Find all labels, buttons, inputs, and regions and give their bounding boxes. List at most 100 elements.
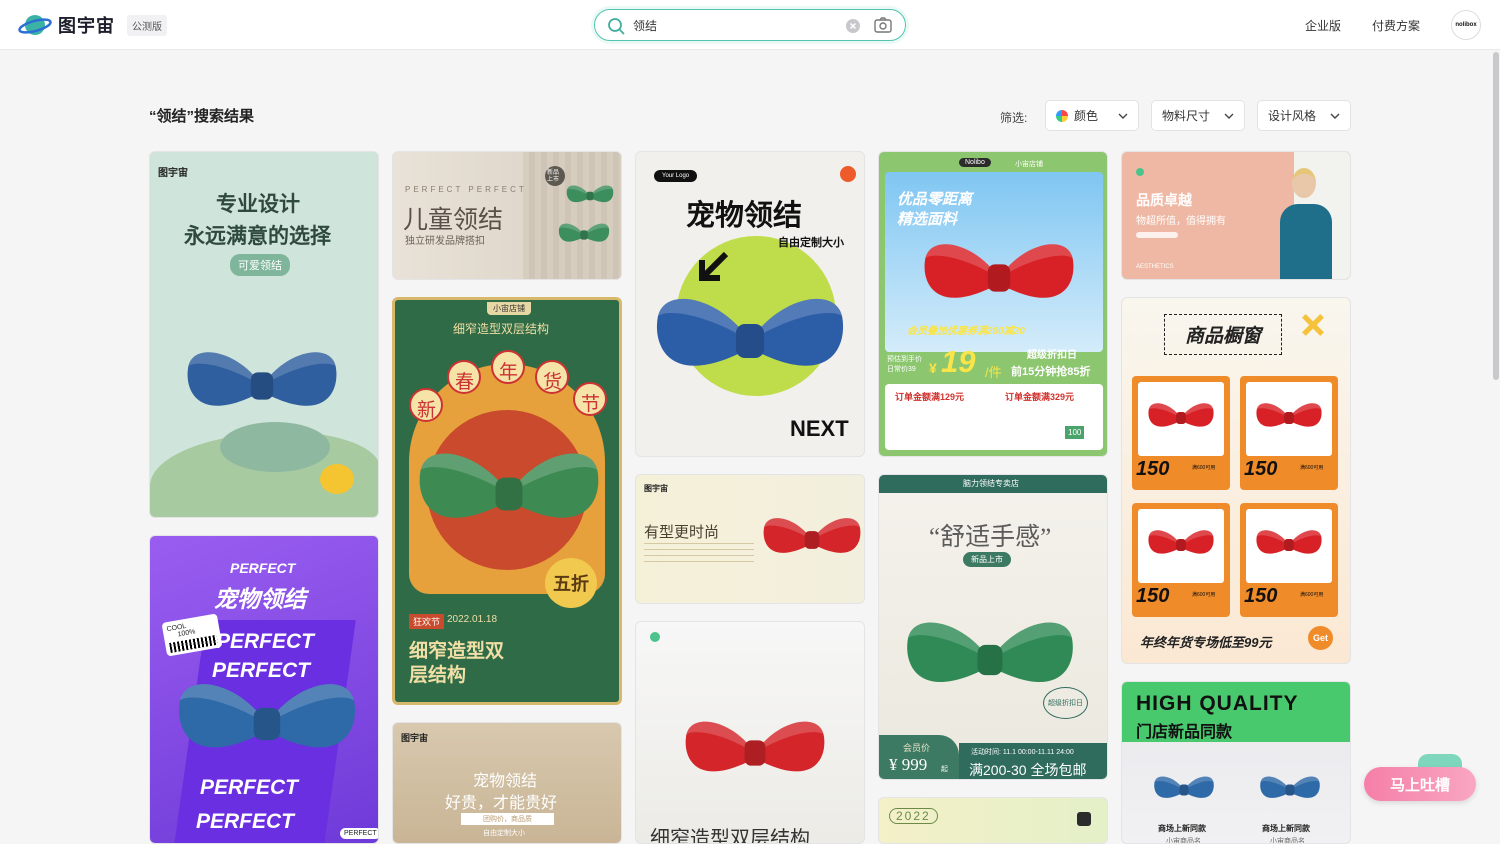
template-card-showcase[interactable]: 商品橱窗 150 满600可用 150 满600可用 150 满600可用 15… [1121, 297, 1351, 664]
text-placeholder [644, 543, 754, 563]
template-card-price[interactable]: Nolibo 小宙店铺 优品零距离 精选面料 会员叠加优惠券满200减20 预估… [878, 151, 1108, 457]
card-headline: 商品橱窗 [1164, 314, 1283, 355]
template-card-stylish[interactable]: 图宇宙 有型更时尚 [635, 474, 865, 604]
template-card-kids[interactable]: PERFECT PERFECT 儿童领结 独立研发品牌搭扣 新品上市 [392, 151, 622, 280]
order-tier: 订单金额满129元 [895, 392, 965, 402]
festival-char: 货 [535, 360, 569, 394]
card-headline: 宠物领结 [473, 773, 538, 790]
page-scrollbar[interactable] [1492, 50, 1500, 844]
bow-tie-image [1258, 772, 1322, 808]
bow-tie-image [680, 712, 830, 794]
card-heading: 细窄造型双层结构 [453, 322, 550, 336]
event-tag: 狂欢节 [409, 614, 445, 629]
product-name: 小宙商品名 [1166, 838, 1201, 844]
search-input[interactable] [633, 16, 833, 34]
your-logo: Your Logo [654, 170, 698, 182]
feedback-button[interactable]: 马上吐槽 [1364, 767, 1476, 801]
bow-tie-image [1152, 772, 1216, 808]
template-card-pet-purple[interactable]: PERFECT 宠物领结 PERFECT PERFECT PERFECT PER… [149, 535, 379, 844]
festival-char: 春 [447, 360, 481, 394]
template-card-high-quality[interactable]: HIGH QUALITY 门店新品同款 商场上新同款 商场上新同款 小宙商品名 … [1121, 681, 1351, 844]
clear-icon[interactable] [845, 18, 861, 39]
bow-tie-image [1146, 398, 1216, 438]
template-card-pet-beige[interactable]: 图宇宙 宠物领结 好贵，才能贵好 团购价，商品质 自由定制大小 [392, 722, 622, 844]
template-card-2022[interactable]: 2022 [878, 797, 1108, 844]
template-card-quality[interactable]: 品质卓越 物超所值，值得拥有 AESTHETICS [1121, 151, 1351, 280]
filter-size[interactable]: 物料尺寸 [1151, 100, 1245, 131]
arrow-down-left-icon [699, 251, 729, 281]
filter-color[interactable]: 颜色 [1045, 100, 1139, 131]
enterprise-link[interactable]: 企业版 [1305, 17, 1341, 34]
card-footer: AESTHETICS [1136, 264, 1174, 270]
bow-tie-image [557, 220, 611, 250]
beta-badge: 公测版 [127, 14, 167, 36]
product-tile: 150 满600可用 [1240, 376, 1338, 490]
template-card-comfort[interactable]: 脑力领结专卖店 “舒适手感” 新品上市 超级折扣日 会员价 ¥ 999 起 活动… [878, 474, 1108, 780]
festival-char: 节 [573, 382, 607, 416]
perfect-word: PERFECT [200, 776, 299, 799]
card-headline: 品质卓越 [1136, 192, 1192, 208]
event-date: 2022.01.18 [447, 614, 498, 625]
price-value: 19 [941, 344, 976, 379]
tile-price: 150 [1244, 458, 1278, 480]
festival-char: 年 [491, 350, 525, 384]
bow-tie-image [1254, 525, 1324, 565]
card-sub: 门店新品同款 [1136, 724, 1233, 741]
top-header: 图宇宙 公测版 企业版 付费方案 nolibox [0, 0, 1500, 50]
filter-color-label: 颜色 [1074, 109, 1099, 123]
filter-label: 筛选: [1000, 111, 1028, 125]
card-headline: 宠物领结 [214, 586, 306, 612]
pricing-link[interactable]: 付费方案 [1372, 17, 1420, 34]
card-tag: 新品上市 [963, 552, 1011, 567]
filter-size-label: 物料尺寸 [1162, 109, 1211, 123]
search-icon[interactable] [607, 17, 625, 40]
avatar[interactable]: nolibox [1451, 10, 1481, 40]
chevron-down-icon [1224, 113, 1234, 119]
price-qi: 起 [941, 766, 948, 773]
card-shop: 脑力领结专卖店 [963, 479, 1019, 488]
template-card-narrow[interactable]: 细窄造型双层结构 [635, 621, 865, 844]
tile-note: 满600可用 [1300, 592, 1324, 598]
tile-price: 150 [1136, 458, 1170, 480]
chevron-down-icon [1330, 113, 1340, 119]
bow-tie-image [1254, 398, 1324, 438]
promo-line: 前15分钟抢85折 [1011, 366, 1091, 378]
perfect-word: PERFECT [196, 810, 295, 833]
filter-style[interactable]: 设计风格 [1257, 100, 1351, 131]
card-headline: HIGH QUALITY [1136, 692, 1299, 715]
search-box[interactable] [594, 9, 906, 41]
percent-tag: 100 [1065, 426, 1085, 439]
tile-price: 150 [1136, 585, 1170, 607]
product-tile: 150 满600可用 [1132, 376, 1230, 490]
card-sub: 团购价，商品质 [461, 813, 554, 825]
stamp-badge: 新品上市 [545, 166, 565, 186]
bow-tie-image [919, 234, 1079, 322]
filter-style-label: 设计风格 [1268, 109, 1317, 123]
card-sub: 自由定制大小 [778, 237, 844, 249]
card-brand: 图宇宙 [644, 484, 668, 493]
discount-badge: 五折 [545, 558, 597, 608]
card-headline: 有型更时尚 [644, 524, 720, 541]
product-tile: 150 满600可用 [1132, 503, 1230, 617]
tile-price: 150 [1244, 585, 1278, 607]
product-tag: 商场上新同款 [1158, 824, 1206, 833]
scrollbar-thumb[interactable] [1493, 52, 1499, 380]
card-brand: Nolibo [959, 158, 991, 167]
tile-note: 满600可用 [1192, 465, 1216, 471]
card-top: PERFECT [230, 560, 296, 576]
bow-tie-image [182, 342, 342, 430]
chevron-down-icon [1118, 113, 1128, 119]
sticker-percent: 100% [177, 628, 197, 639]
brand-logo[interactable]: 图宇宙 公测版 [18, 12, 167, 38]
card-shop: 小宙店铺 [1015, 161, 1043, 168]
camera-icon[interactable] [874, 17, 892, 38]
corner-badge: PERFECT [340, 828, 378, 839]
template-card-newyear[interactable]: 小宙店铺 细窄造型双层结构 新 春 年 货 节 五折 狂欢节 2022.01.1… [392, 297, 622, 705]
template-card-pet-green[interactable]: Your Logo 宠物领结 自由定制大小 NEXT [635, 151, 865, 457]
card-headline: 宠物领结 [686, 200, 803, 232]
coupon-text: 会员叠加优惠券满200减20 [907, 326, 1025, 337]
duck-icon [320, 464, 354, 494]
template-card-professional[interactable]: 图宇宙 专业设计 永远满意的选择 可爱领结 [149, 151, 379, 518]
brand-dot-icon [1136, 168, 1144, 176]
model-figure [1280, 204, 1332, 279]
